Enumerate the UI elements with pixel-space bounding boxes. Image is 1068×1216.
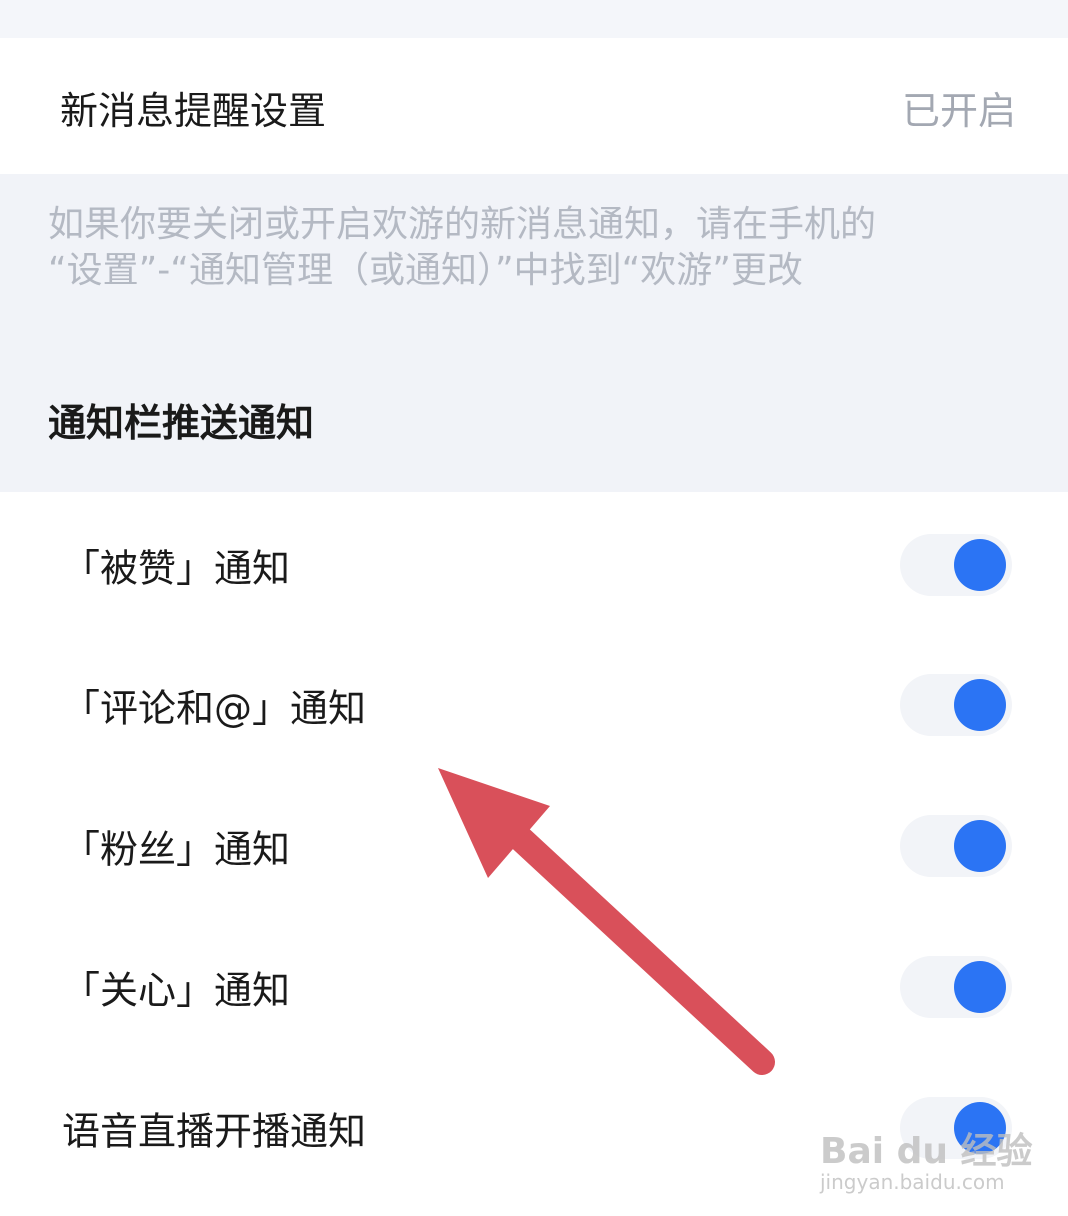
toggle-knob: [954, 679, 1006, 731]
list-item-comment: 「评论和@」通知: [0, 635, 1068, 775]
notification-hint-panel: 如果你要关闭或开启欢游的新消息通知，请在手机的 “设置”-“通知管理（或通知）”…: [0, 174, 1068, 492]
watermark-sub: jingyan.baidu.com: [820, 1170, 1005, 1194]
item-label: 「粉丝」通知: [62, 827, 291, 872]
item-label: 「关心」通知: [62, 968, 291, 1013]
toggle-knob: [954, 961, 1006, 1013]
section-title: 通知栏推送通知: [48, 401, 315, 445]
item-label: 「被赞」通知: [62, 546, 291, 591]
watermark-main: Bai du 经验: [820, 1131, 1033, 1172]
new-message-setting-title: 新消息提醒设置: [60, 89, 327, 133]
hint-text: 如果你要关闭或开启欢游的新消息通知，请在手机的 “设置”-“通知管理（或通知）”…: [48, 202, 1038, 294]
item-label: 「评论和@」通知: [62, 686, 367, 731]
comment-toggle[interactable]: [900, 674, 1012, 736]
list-item-fans: 「粉丝」通知: [0, 776, 1068, 916]
hint-line-1: 如果你要关闭或开启欢游的新消息通知，请在手机的: [48, 204, 877, 245]
watermark: Bai du 经验 jingyan.baidu.com: [820, 1100, 1033, 1200]
list-item-care: 「关心」通知: [0, 917, 1068, 1057]
toggle-knob: [954, 539, 1006, 591]
fans-toggle[interactable]: [900, 815, 1012, 877]
toggle-knob: [954, 820, 1006, 872]
liked-toggle[interactable]: [900, 534, 1012, 596]
list-item-liked: 「被赞」通知: [0, 495, 1068, 635]
top-spacer: [0, 0, 1068, 38]
item-label: 语音直播开播通知: [62, 1109, 367, 1154]
new-message-setting-row[interactable]: 新消息提醒设置 已开启: [0, 38, 1068, 174]
care-toggle[interactable]: [900, 956, 1012, 1018]
new-message-status: 已开启: [901, 89, 1016, 133]
hint-line-2: “设置”-“通知管理（或通知）”中找到“欢游”更改: [48, 250, 803, 291]
